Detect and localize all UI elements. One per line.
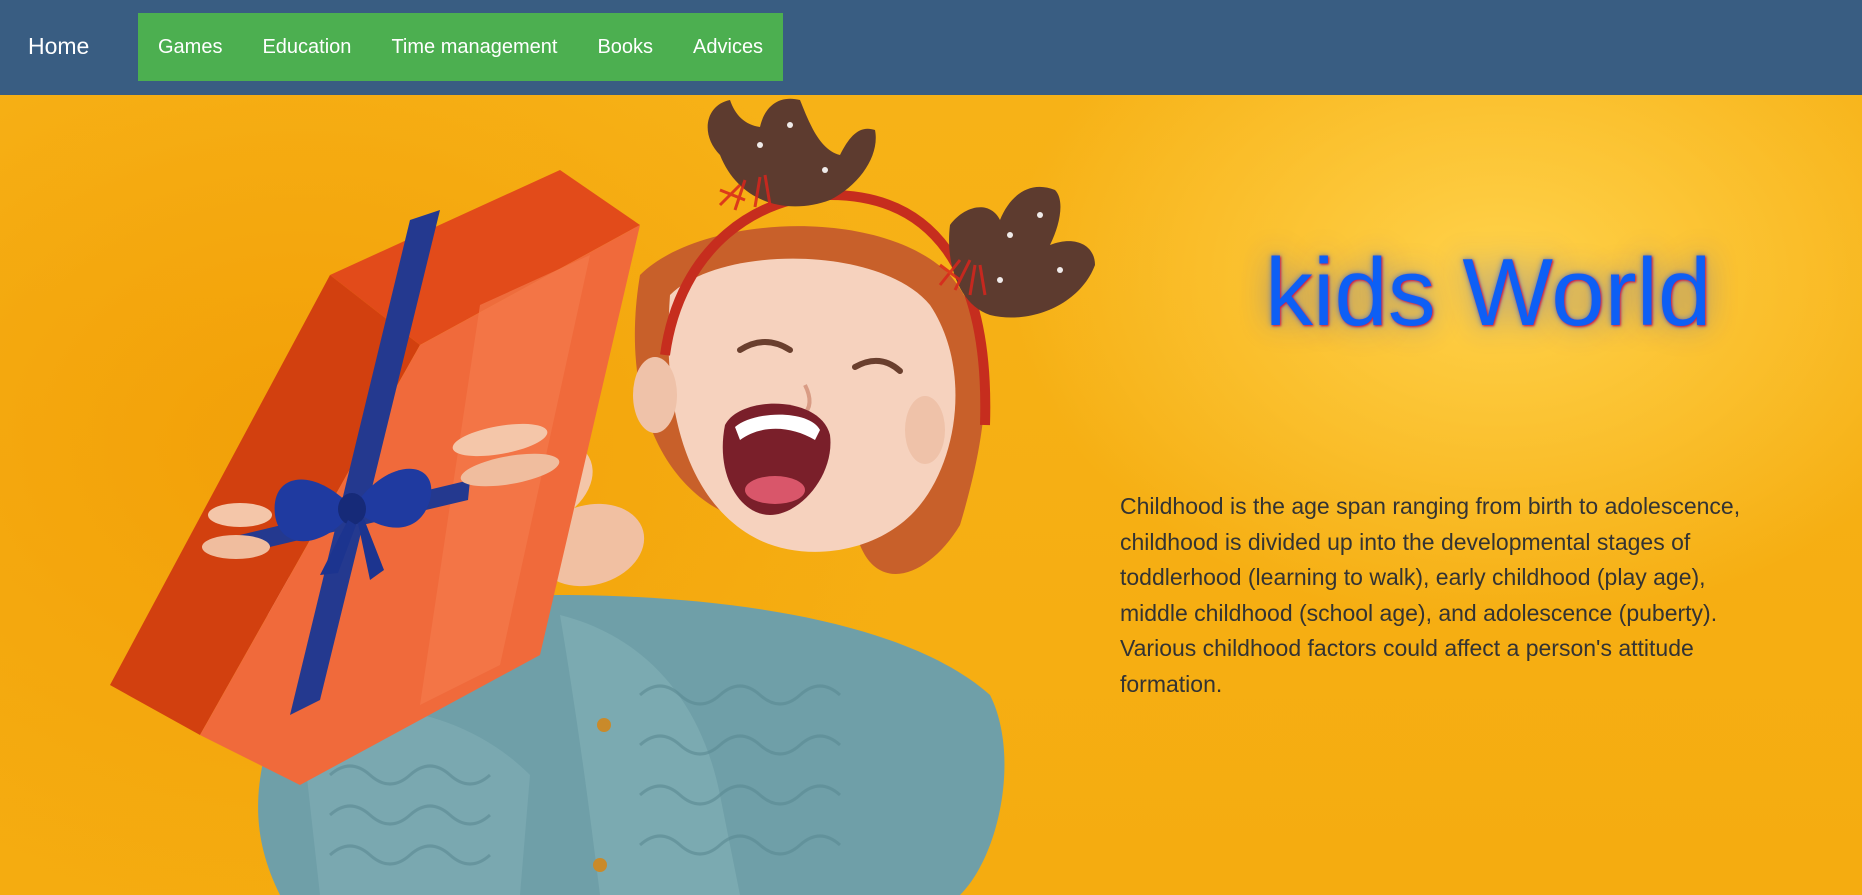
top-navbar: Home Games Education Time management Boo… (0, 0, 1862, 95)
childhood-description: Childhood is the age span ranging from b… (1120, 493, 1741, 697)
nav-home-link[interactable]: Home (28, 33, 89, 60)
hero-photo-child-with-gift (110, 98, 1095, 895)
page-title: kids World (1265, 239, 1712, 346)
nav-menu: Games Education Time management Books Ad… (138, 13, 783, 81)
hero-section: kids World Childhood is the age span ran… (0, 95, 1862, 895)
nav-item-books[interactable]: Books (597, 36, 653, 59)
nav-item-time-management[interactable]: Time management (391, 36, 557, 59)
nav-item-advices[interactable]: Advices (693, 36, 763, 59)
nav-item-games[interactable]: Games (158, 36, 222, 59)
nav-item-education[interactable]: Education (262, 36, 351, 59)
